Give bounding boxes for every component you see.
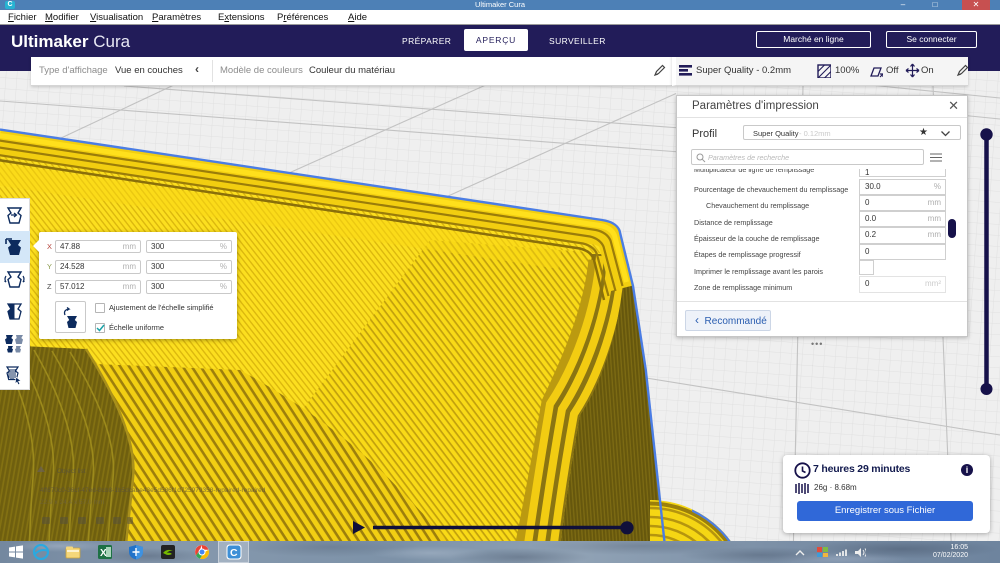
svg-text:X: X <box>100 548 107 559</box>
svg-text:4ff670c0-36cf-47ed-8cb8-1b5dca: 4ff670c0-36cf-47ed-8cb8-1b5dcabe43e5d586… <box>40 487 266 494</box>
svg-text:22.9 x 24.4 x 57.0 mm: 22.9 x 24.4 x 57.0 mm <box>40 499 104 506</box>
svg-text:C: C <box>230 547 238 559</box>
svg-text:Object list: Object list <box>57 468 86 475</box>
